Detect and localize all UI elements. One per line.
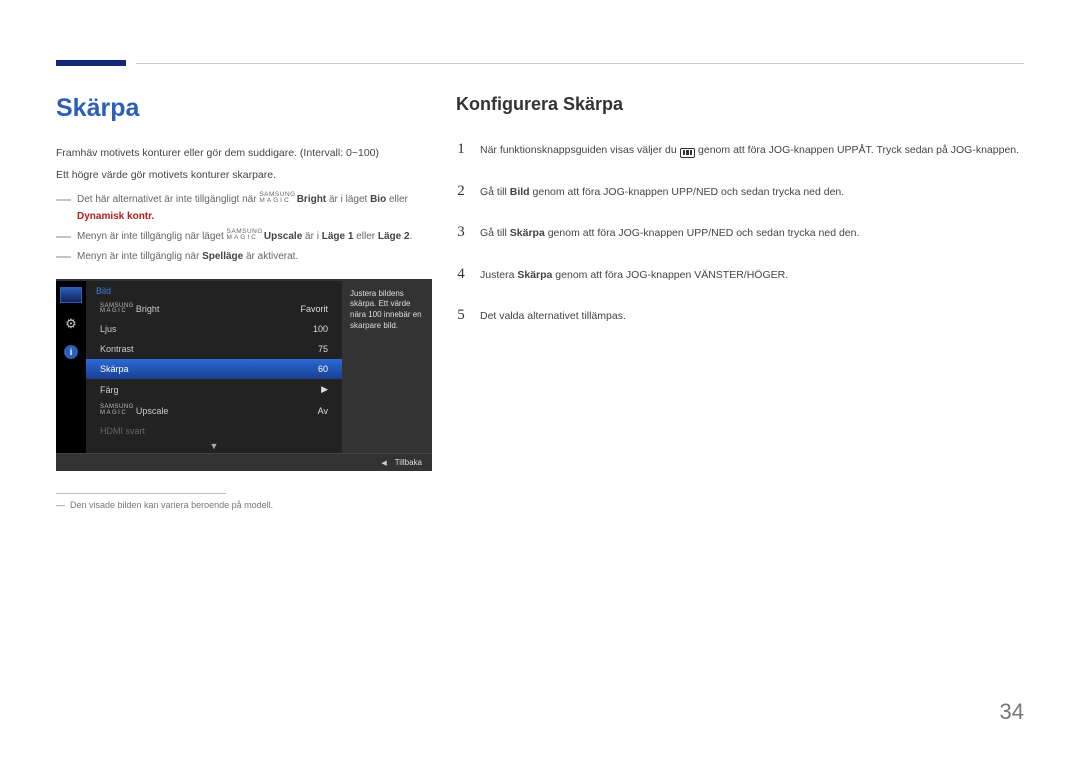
step-number: 2 <box>456 179 466 205</box>
osd-row-value: 75 <box>318 344 328 354</box>
osd-row: Skärpa 60 <box>86 359 342 379</box>
osd-menu: Bild SAMSUNGMAGICBright Favorit Ljus 100 Kon… <box>86 281 342 454</box>
osd-row: SAMSUNGMAGICUpscale Av <box>86 400 342 421</box>
osd-row-label: SAMSUNGMAGICUpscale <box>100 405 168 416</box>
osd-row-value: Av <box>318 406 328 416</box>
samsung-magic-logo: SAMSUNGMAGIC <box>100 304 134 315</box>
osd-row: Ljus 100 <box>86 319 342 339</box>
step-body: Gå till Bild genom att föra JOG-knappen … <box>480 184 1024 202</box>
chevron-down-icon: ▼ <box>86 441 342 453</box>
footnote-rule <box>56 493 226 494</box>
menu-icon <box>680 148 696 158</box>
osd-row-label: Färg <box>100 385 119 395</box>
note-dash-icon: ― <box>56 228 71 245</box>
step-item: 2 Gå till Bild genom att föra JOG-knappen… <box>456 179 1024 205</box>
note-text: eller <box>356 231 378 242</box>
step-item: 4 Justera Skärpa genom att föra JOG-knapp… <box>456 262 1024 288</box>
page-number: 34 <box>1000 699 1024 725</box>
note-item: ― Menyn är inte tillgänglig när Spelläge… <box>56 248 436 265</box>
step-item: 3 Gå till Skärpa genom att föra JOG-knapp… <box>456 220 1024 246</box>
steps-list: 1 När funktionsknappsguiden visas väljer … <box>456 137 1024 329</box>
osd-sidebar: ⚙ i <box>56 281 86 454</box>
note-dash-icon: ― <box>56 248 71 265</box>
note-text: Menyn är inte tillgänglig när läget <box>77 231 227 242</box>
header-rule <box>56 60 1024 66</box>
note-item: ― Menyn är inte tillgänglig när läget SA… <box>56 228 436 245</box>
triangle-left-icon: ◀ <box>381 459 386 467</box>
step-item: 5 Det valda alternativet tillämpas. <box>456 303 1024 329</box>
section-title: Skärpa <box>56 94 436 123</box>
note-bold: Läge 2 <box>378 231 410 242</box>
osd-row-value: 100 <box>313 324 328 334</box>
step-number: 5 <box>456 303 466 329</box>
step-body: När funktionsknappsguiden visas väljer d… <box>480 142 1024 160</box>
subsection-title: Konfigurera Skärpa <box>456 94 1024 115</box>
osd-row-label: Ljus <box>100 324 117 334</box>
intro-text-1: Framhäv motivets konturer eller gör dem … <box>56 145 436 163</box>
osd-row-label: Kontrast <box>100 344 134 354</box>
osd-row-value: Favorit <box>300 304 328 314</box>
osd-back-label: Tillbaka <box>395 458 422 467</box>
step-bold: Bild <box>510 186 530 198</box>
notes-list: ― Det här alternativet är inte tillgängl… <box>56 191 436 265</box>
osd-row-label: HDMI svart <box>100 426 145 436</box>
step-bold: Skärpa <box>510 227 545 239</box>
samsung-magic-logo: SAMSUNGMAGIC <box>227 229 264 241</box>
note-text: eller <box>389 194 408 205</box>
osd-menu-title: Bild <box>86 281 342 299</box>
note-bold: Bio <box>370 194 386 205</box>
osd-row: Kontrast 75 <box>86 339 342 359</box>
step-body: Gå till Skärpa genom att föra JOG-knappe… <box>480 225 1024 243</box>
osd-screenshot: ⚙ i Bild SAMSUNGMAGICBright Favorit Ljus 10… <box>56 279 432 472</box>
note-bold: Upscale <box>264 231 302 242</box>
note-text: Menyn är inte tillgänglig när <box>77 251 202 262</box>
note-text: Det här alternativet är inte tillgänglig… <box>77 194 259 205</box>
osd-row: SAMSUNGMAGICBright Favorit <box>86 299 342 320</box>
note-bold: Läge 1 <box>322 231 354 242</box>
step-body: Det valda alternativet tillämpas. <box>480 308 1024 326</box>
osd-row-label: SAMSUNGMAGICBright <box>100 304 159 315</box>
osd-row-value: ▶ <box>321 384 328 395</box>
note-text: är i <box>305 231 322 242</box>
monitor-icon <box>60 287 82 303</box>
footnote-text: Den visade bilden kan variera beroende p… <box>70 500 273 510</box>
step-item: 1 När funktionsknappsguiden visas väljer … <box>456 137 1024 163</box>
note-bold: Bright <box>297 194 326 205</box>
osd-row: HDMI svart <box>86 421 342 441</box>
osd-row-value: 60 <box>318 364 328 374</box>
accent-bar <box>56 60 126 66</box>
info-icon: i <box>64 345 78 359</box>
samsung-magic-logo: SAMSUNGMAGIC <box>259 192 296 204</box>
note-dash-icon: ― <box>56 191 71 225</box>
samsung-magic-logo: SAMSUNGMAGIC <box>100 405 134 416</box>
note-text: är i läget <box>329 194 370 205</box>
note-bold: Spelläge <box>202 251 243 262</box>
osd-row: Färg ▶ <box>86 379 342 400</box>
footnote: ― Den visade bilden kan variera beroende… <box>56 500 436 510</box>
osd-description: Justera bildens skärpa. Ett värde nära 1… <box>342 281 432 454</box>
osd-row-label: Skärpa <box>100 364 129 374</box>
step-number: 4 <box>456 262 466 288</box>
note-text: . <box>410 231 413 242</box>
note-dash-icon: ― <box>56 500 65 510</box>
gear-icon: ⚙ <box>64 317 78 331</box>
note-text: är aktiverat. <box>246 251 298 262</box>
osd-footer: ◀ Tillbaka <box>56 453 432 471</box>
step-number: 3 <box>456 220 466 246</box>
step-number: 1 <box>456 137 466 163</box>
horizontal-rule <box>136 63 1024 64</box>
step-bold: Skärpa <box>517 269 552 281</box>
note-item: ― Det här alternativet är inte tillgängl… <box>56 191 436 225</box>
intro-text-2: Ett högre värde gör motivets konturer sk… <box>56 167 436 185</box>
step-body: Justera Skärpa genom att föra JOG-knappe… <box>480 267 1024 285</box>
note-bold-red: Dynamisk kontr. <box>77 211 154 222</box>
